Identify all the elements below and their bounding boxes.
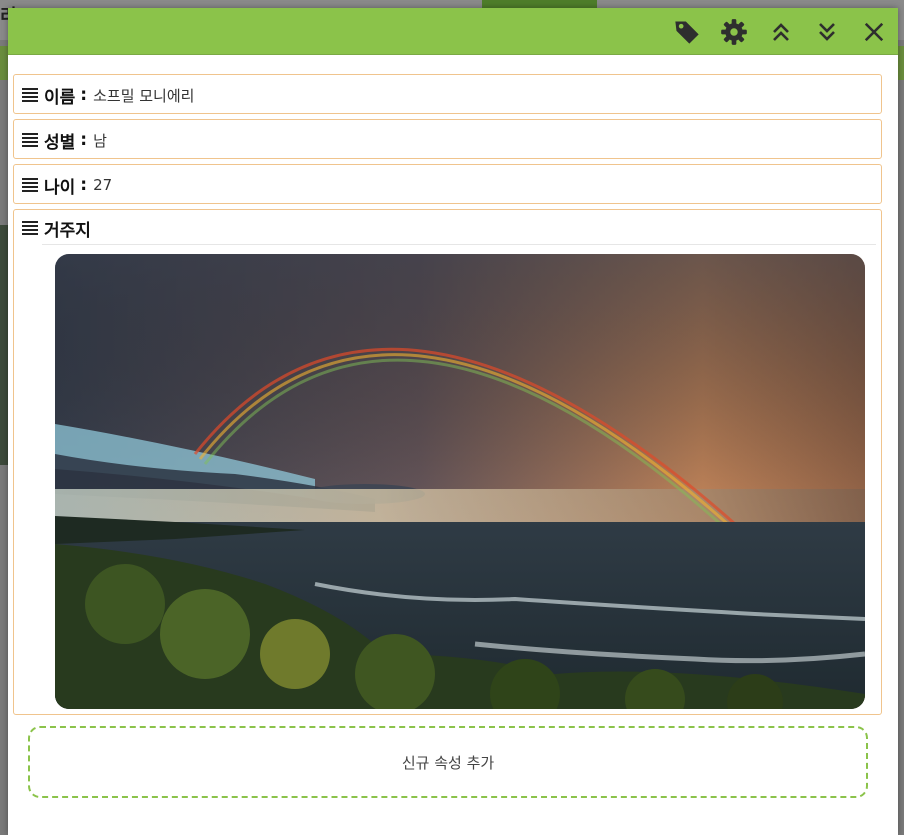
character-detail-modal: 이름 : 소프밀 모니에리 성별 : 남 나이: 27 거주지 신규 속성 추… [8,8,898,835]
rainbow-coast-image [55,254,865,709]
field-gender[interactable]: 성별 : 남 [13,119,882,159]
field-row: 이름 : 소프밀 모니에리 [22,85,194,108]
field-colon: : [80,130,88,150]
drag-handle-icon[interactable] [22,87,38,103]
field-row: 성별 : 남 [22,130,107,153]
field-value[interactable]: 27 [93,176,112,194]
modal-header [8,8,898,55]
drag-handle-icon[interactable] [22,132,38,148]
gear-icon [721,19,747,45]
field-colon: : [80,175,88,195]
tag-icon [675,21,699,44]
field-label: 이름 [44,87,76,108]
field-age[interactable]: 나이 : 27 [13,164,882,204]
field-value[interactable]: 소프밀 모니에리 [93,85,194,106]
expand-all-button[interactable] [765,16,797,48]
field-value[interactable]: 남 [93,130,107,151]
close-button[interactable] [858,16,890,48]
drag-handle-icon[interactable] [22,220,38,236]
field-label: 성별 [44,132,76,153]
drag-handle-icon[interactable] [22,177,38,193]
close-icon [864,22,884,42]
settings-button[interactable] [718,16,750,48]
field-row: 거주지 [22,218,91,241]
field-colon: : [80,85,88,105]
field-name[interactable]: 이름 : 소프밀 모니에리 [13,74,882,114]
background-image-edge [0,225,8,465]
field-label: 나이 [44,177,76,198]
residence-photo[interactable] [55,254,865,709]
field-residence[interactable]: 거주지 [13,209,882,715]
collapse-all-button[interactable] [811,16,843,48]
field-row: 나이 : 27 [22,175,112,198]
field-divider [42,244,876,245]
chevrons-down-icon [819,23,835,41]
tag-button[interactable] [671,16,703,48]
chevrons-up-icon [773,23,789,41]
field-label: 거주지 [44,220,91,241]
add-attribute-button[interactable]: 신규 속성 추가 [28,726,868,798]
